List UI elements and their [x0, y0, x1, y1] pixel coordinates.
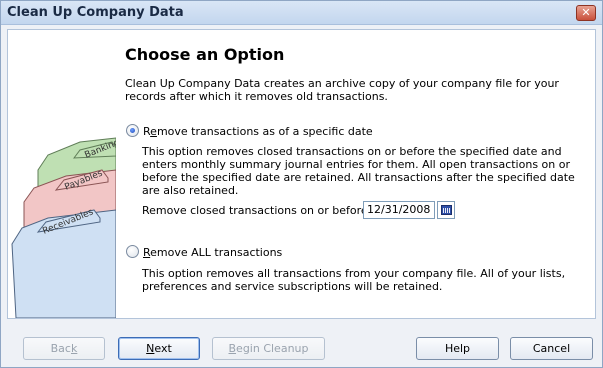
back-button[interactable]: Back — [23, 337, 105, 360]
begin-cleanup-button[interactable]: Begin Cleanup — [212, 337, 325, 360]
close-button[interactable]: ✕ — [576, 5, 596, 21]
cancel-button[interactable]: Cancel — [510, 337, 593, 360]
folders-illustration: Banking Payables Receivables — [8, 30, 116, 318]
option-date-label[interactable]: Remove transactions as of a specific dat… — [143, 125, 373, 138]
option-date-description: This option removes closed transactions … — [142, 145, 575, 197]
wizard-content: Banking Payables Receivables Choose an O… — [7, 29, 596, 319]
page-title: Choose an Option — [125, 45, 285, 64]
cutoff-date-input[interactable]: 12/31/2008 — [363, 201, 435, 219]
title-bar[interactable]: Clean Up Company Data ✕ — [1, 1, 602, 25]
intro-text: Clean Up Company Data creates an archive… — [125, 77, 559, 103]
clean-up-company-data-dialog: Clean Up Company Data ✕ Banking Payables… — [0, 0, 603, 368]
window-title: Clean Up Company Data — [7, 5, 184, 20]
calendar-icon — [441, 205, 452, 215]
option-all-label[interactable]: Remove ALL transactions — [143, 246, 282, 259]
close-icon: ✕ — [581, 6, 591, 19]
radio-remove-as-of-date[interactable] — [126, 124, 139, 137]
button-bar: Back Next Begin Cleanup Help Cancel — [1, 321, 602, 367]
date-field-label: Remove closed transactions on or before — [142, 204, 368, 217]
radio-remove-all[interactable] — [126, 245, 139, 258]
option-all-description: This option removes all transactions fro… — [142, 267, 566, 293]
calendar-button[interactable] — [437, 201, 455, 219]
next-button[interactable]: Next — [118, 337, 200, 360]
help-button[interactable]: Help — [416, 337, 499, 360]
file-folders-icon: Banking Payables Receivables — [11, 137, 116, 318]
